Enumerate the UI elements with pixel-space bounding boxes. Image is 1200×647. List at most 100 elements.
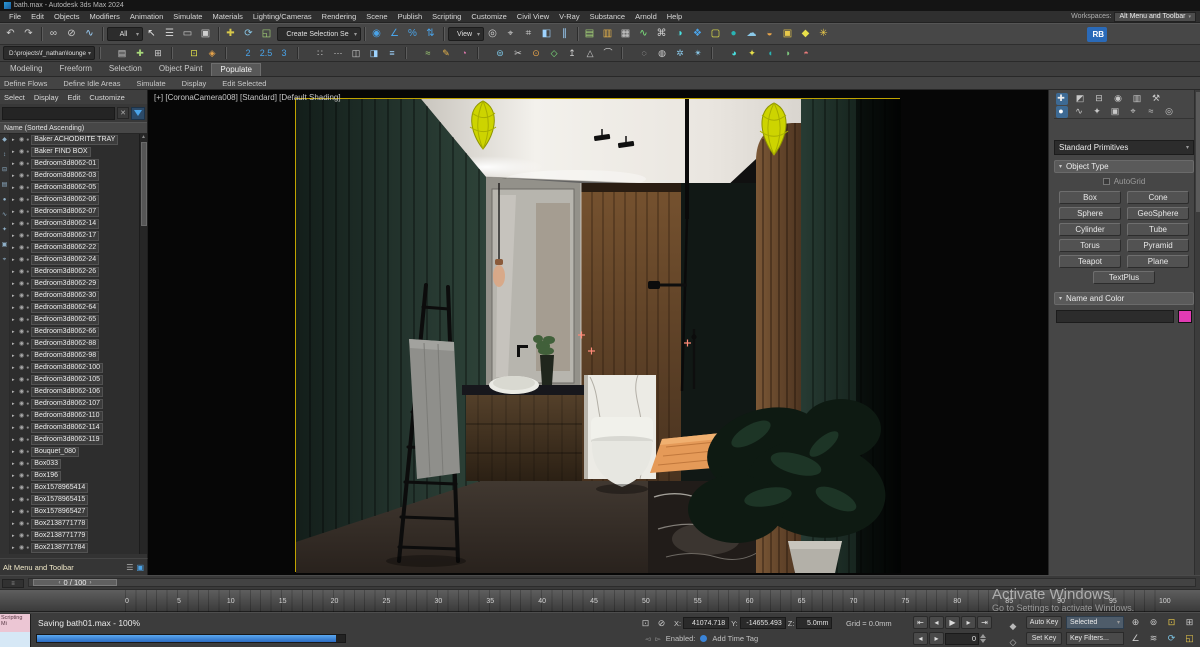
named-selection-sets-field[interactable]: Create Selection Se ▾ bbox=[277, 27, 361, 41]
object-name-label[interactable]: Box1578965415 bbox=[31, 495, 89, 505]
cut-tool-icon[interactable]: ✂▾ bbox=[511, 46, 527, 60]
filter-shapes-icon[interactable]: ∿ bbox=[2, 212, 7, 218]
freeze-selection-icon[interactable]: ✲▾ bbox=[673, 46, 689, 60]
expand-caret-icon[interactable]: ▸ bbox=[12, 497, 17, 503]
object-type-rollout[interactable]: ▾ Object Type bbox=[1054, 160, 1194, 173]
object-name-field[interactable] bbox=[1056, 310, 1174, 323]
explorer-row[interactable]: ▸ ◉ ● Box1578965414 bbox=[10, 482, 139, 494]
expand-caret-icon[interactable]: ▸ bbox=[12, 173, 17, 179]
utilities-tab[interactable]: ⚒▾ bbox=[1151, 93, 1163, 105]
keyboard-override-icon[interactable]: ⌗▾ bbox=[521, 26, 538, 43]
visibility-eye-icon[interactable]: ◉ bbox=[19, 185, 24, 191]
explorer-row[interactable]: ▸ ◉ ● Bedroom3d8062-64 bbox=[10, 302, 139, 314]
expand-caret-icon[interactable]: ▸ bbox=[12, 197, 17, 203]
previous-frame-button[interactable]: ◂ bbox=[929, 616, 944, 629]
expand-caret-icon[interactable]: ▸ bbox=[12, 401, 17, 407]
material-editor-icon[interactable]: ◑▾ bbox=[672, 26, 689, 43]
object-name-label[interactable]: Bedroom3d8062-100 bbox=[31, 363, 104, 373]
object-name-label[interactable]: Bedroom3d8062-14 bbox=[31, 219, 100, 229]
filter-helpers-icon[interactable]: ⌖ bbox=[3, 257, 6, 263]
expand-caret-icon[interactable]: ▸ bbox=[12, 437, 17, 443]
explorer-row[interactable]: ▸ ◉ ● Bedroom3d8062-88 bbox=[10, 338, 139, 350]
unfreeze-all-icon[interactable]: ✴▾ bbox=[691, 46, 707, 60]
ribbon-tab-object-paint[interactable]: Object Paint bbox=[151, 63, 211, 76]
explorer-row[interactable]: ▸ ◉ ● Bedroom3d8062-07 bbox=[10, 206, 139, 218]
menu-item[interactable]: Civil View bbox=[512, 12, 554, 21]
expand-caret-icon[interactable]: ▸ bbox=[12, 365, 17, 371]
geometry-category[interactable]: ●▾ bbox=[1056, 105, 1068, 118]
undo-icon[interactable]: ↶▾ bbox=[3, 26, 20, 43]
swift-loop-icon[interactable]: ⊜▾ bbox=[493, 46, 509, 60]
light-lister-icon[interactable]: ✦▾ bbox=[745, 46, 761, 60]
object-name-label[interactable]: Bedroom3d8062-22 bbox=[31, 243, 100, 253]
clear-search-icon[interactable]: ✕ bbox=[117, 107, 129, 119]
object-name-label[interactable]: Bedroom3d8062-88 bbox=[31, 339, 100, 349]
explorer-row[interactable]: ▸ ◉ ● Box2138771779 bbox=[10, 530, 139, 542]
scroll-up-icon[interactable]: ▲ bbox=[141, 134, 146, 142]
toolbar-list-icon[interactable]: ☰ bbox=[126, 563, 133, 572]
menu-item[interactable]: File bbox=[4, 12, 26, 21]
explorer-row[interactable]: ▸ ◉ ● Bedroom3d8062-105 bbox=[10, 374, 139, 386]
object-name-label[interactable]: Baker FIND BOX bbox=[31, 147, 91, 157]
create-tab[interactable]: ✚▾ bbox=[1056, 92, 1068, 105]
explorer-row[interactable]: ▸ ◉ ● Bedroom3d8062-22 bbox=[10, 242, 139, 254]
visibility-eye-icon[interactable]: ◉ bbox=[19, 197, 24, 203]
scrollbar-thumb[interactable] bbox=[140, 142, 147, 226]
pin-explorer-icon[interactable]: ◆ bbox=[2, 137, 7, 143]
current-frame-field[interactable]: 0 bbox=[945, 632, 979, 645]
menu-item[interactable]: Edit bbox=[26, 12, 49, 21]
snaps-3d-icon[interactable]: 3▾ bbox=[277, 46, 293, 60]
vray-frame-buffer-icon[interactable]: ▣▾ bbox=[780, 26, 797, 43]
toggle-scene-explorer-icon[interactable]: ▤▾ bbox=[582, 26, 599, 43]
visibility-eye-icon[interactable]: ◉ bbox=[19, 293, 24, 299]
ribbon-tab-modeling[interactable]: Modeling bbox=[2, 63, 50, 76]
expand-caret-icon[interactable]: ▸ bbox=[12, 449, 17, 455]
explorer-row[interactable]: ▸ ◉ ● Bedroom3d8062-114 bbox=[10, 422, 139, 434]
primitive-category-dropdown[interactable]: Standard Primitives ▾ bbox=[1054, 140, 1194, 155]
expand-caret-icon[interactable]: ▸ bbox=[12, 149, 17, 155]
menu-item[interactable]: Substance bbox=[585, 12, 630, 21]
expand-caret-icon[interactable]: ▸ bbox=[12, 425, 17, 431]
create-new-layer-icon[interactable]: ✚▾ bbox=[133, 46, 149, 60]
explorer-row[interactable]: ▸ ◉ ● Bedroom3d8062-05 bbox=[10, 182, 139, 194]
selection-lock-status-icon[interactable]: ⊘▾ bbox=[656, 617, 669, 630]
explorer-row[interactable]: ▸ ◉ ● Box196 bbox=[10, 470, 139, 482]
explorer-row[interactable]: ▸ ◉ ● Bedroom3d8062-65 bbox=[10, 314, 139, 326]
explorer-row[interactable]: ▸ ◉ ● Bedroom3d8062-03 bbox=[10, 170, 139, 182]
object-name-label[interactable]: Bedroom3d8062-107 bbox=[31, 399, 104, 409]
visibility-eye-icon[interactable]: ◉ bbox=[19, 377, 24, 383]
tag-forward-icon[interactable]: ▻ bbox=[655, 635, 660, 643]
expand-caret-icon[interactable]: ▸ bbox=[12, 389, 17, 395]
environment-icon[interactable]: ◗▾ bbox=[781, 46, 797, 60]
search-input[interactable] bbox=[2, 106, 115, 120]
menu-item[interactable]: Scripting bbox=[427, 12, 466, 21]
ribbon-panel-item[interactable]: Define Flows bbox=[4, 79, 47, 88]
tag-back-icon[interactable]: ◅ bbox=[645, 635, 650, 643]
curve-editor-icon[interactable]: ∿▾ bbox=[636, 26, 653, 43]
explorer-menu-item[interactable]: Edit bbox=[67, 93, 80, 102]
primitive-button[interactable]: Sphere bbox=[1059, 207, 1121, 220]
expand-caret-icon[interactable]: ▸ bbox=[12, 377, 17, 383]
explorer-row[interactable]: ▸ ◉ ● Bedroom3d8062-100 bbox=[10, 362, 139, 374]
menu-item[interactable]: Customize bbox=[466, 12, 511, 21]
reference-coordinate-dropdown[interactable]: View ▾ bbox=[448, 27, 484, 41]
toggle-ribbon-icon[interactable]: ▦▾ bbox=[618, 26, 635, 43]
explorer-row[interactable]: ▸ ◉ ● Bouquet_080 bbox=[10, 446, 139, 458]
object-name-label[interactable]: Baker ACHODRITE TRAY bbox=[31, 135, 119, 145]
chamfer-icon[interactable]: ◇▾ bbox=[547, 46, 563, 60]
primitive-button[interactable]: Box bbox=[1059, 191, 1121, 204]
expand-caret-icon[interactable]: ▸ bbox=[12, 485, 17, 491]
primitive-button[interactable]: Torus bbox=[1059, 239, 1121, 252]
z-coordinate-field[interactable]: 5.0mm bbox=[796, 617, 833, 629]
menu-item[interactable]: Objects bbox=[49, 12, 84, 21]
weld-icon[interactable]: ⊙▾ bbox=[529, 46, 545, 60]
workspace-rb-badge[interactable]: RB▾ bbox=[1087, 26, 1107, 42]
project-path-dropdown[interactable]: D:\projects\f_nathan\lounge ▾ bbox=[3, 46, 96, 60]
explorer-row[interactable]: ▸ ◉ ● Bedroom3d8062-66 bbox=[10, 326, 139, 338]
explorer-row[interactable]: ▸ ◉ ● Baker ACHODRITE TRAY bbox=[10, 134, 139, 146]
modify-tab[interactable]: ◩▾ bbox=[1075, 93, 1087, 105]
hide-selected-icon[interactable]: ◌▾ bbox=[637, 46, 653, 60]
primitive-button[interactable]: Pyramid bbox=[1127, 239, 1189, 252]
explorer-row[interactable]: ▸ ◉ ● Box1578965415 bbox=[10, 494, 139, 506]
expand-caret-icon[interactable]: ▸ bbox=[12, 245, 17, 251]
